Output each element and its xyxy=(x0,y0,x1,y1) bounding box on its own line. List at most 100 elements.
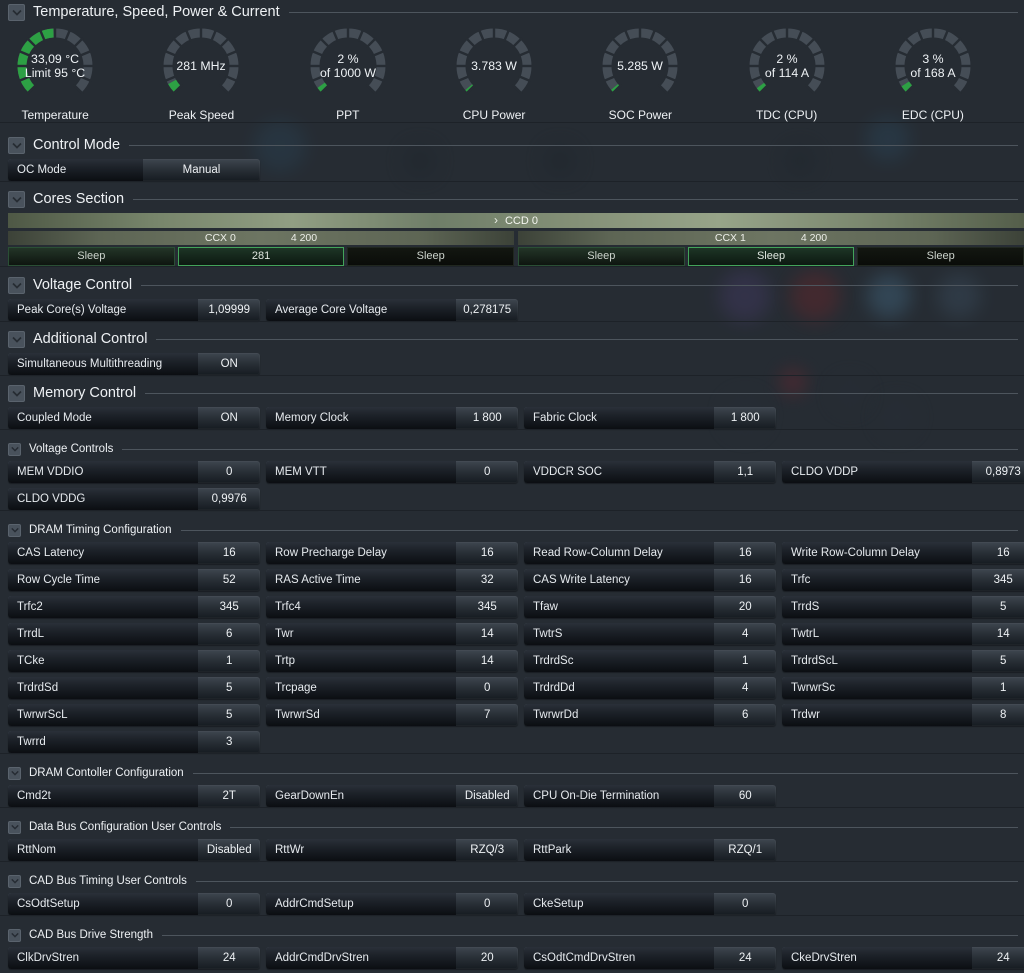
field-value[interactable]: 0,278175 xyxy=(456,299,518,321)
field-value[interactable]: 16 xyxy=(972,542,1024,564)
core-cell-ccx0-0[interactable]: Sleep xyxy=(8,247,175,266)
field-label: TwrwrSd xyxy=(266,704,457,726)
section-title: Control Mode xyxy=(33,137,121,153)
field-value[interactable]: 52 xyxy=(198,569,260,591)
gauge-label: PPT xyxy=(336,108,360,122)
field-value[interactable]: 20 xyxy=(456,947,518,969)
field-value[interactable]: Disabled xyxy=(198,839,260,861)
field-value[interactable]: 16 xyxy=(198,542,260,564)
field-value[interactable]: 5 xyxy=(972,650,1024,672)
field-value[interactable]: 24 xyxy=(198,947,260,969)
field-value[interactable]: 5 xyxy=(972,596,1024,618)
core-cells: Sleep Sleep Sleep xyxy=(518,247,1024,266)
field-coupled-mode: Coupled Mode ON xyxy=(8,407,260,429)
chevron-down-icon[interactable] xyxy=(8,384,25,402)
gauge-dial-icon: 3 % of 168 A xyxy=(893,26,973,95)
field-value[interactable]: 32 xyxy=(456,569,518,591)
field-value[interactable]: 6 xyxy=(714,704,776,726)
field-cmd2t: Cmd2t 2T xyxy=(8,785,260,807)
field-value[interactable]: 20 xyxy=(714,596,776,618)
field-value[interactable]: 16 xyxy=(714,569,776,591)
field-value[interactable]: RZQ/3 xyxy=(456,839,518,861)
ccd0-bar[interactable]: › CCD 0 xyxy=(8,213,1024,228)
section-title: Cores Section xyxy=(33,191,125,207)
field-value[interactable]: 345 xyxy=(456,596,518,618)
core-cell-ccx0-1[interactable]: 281 xyxy=(177,247,345,266)
field-value[interactable]: 0 xyxy=(456,461,518,483)
field-value[interactable]: RZQ/1 xyxy=(714,839,776,861)
field-twtrl: TwtrL 14 xyxy=(782,623,1024,645)
section-control-mode: Control Mode OC Mode Manual xyxy=(0,122,1024,181)
field-value[interactable]: 0,8973 xyxy=(972,461,1024,483)
chevron-down-icon[interactable] xyxy=(8,766,21,780)
field-value[interactable]: 0 xyxy=(456,893,518,915)
field-value[interactable]: 5 xyxy=(198,704,260,726)
field-value[interactable]: 14 xyxy=(456,623,518,645)
field-value[interactable]: 16 xyxy=(714,542,776,564)
field-value[interactable]: Disabled xyxy=(456,785,518,807)
field-value[interactable]: 1,09999 xyxy=(198,299,260,321)
field-value[interactable]: 345 xyxy=(198,596,260,618)
svg-text:3.783 W: 3.783 W xyxy=(471,59,517,73)
field-value[interactable]: 8 xyxy=(972,704,1024,726)
chevron-down-icon[interactable] xyxy=(8,276,25,294)
field-value[interactable]: 0 xyxy=(714,893,776,915)
chevron-down-icon[interactable] xyxy=(8,190,25,208)
chevron-down-icon[interactable] xyxy=(8,330,25,348)
field-value[interactable]: 4 xyxy=(714,623,776,645)
core-cell-ccx1-0[interactable]: Sleep xyxy=(518,247,685,266)
field-label: TCke xyxy=(8,650,199,672)
field-value[interactable]: 2T xyxy=(198,785,260,807)
header-rule xyxy=(162,934,1018,936)
field-label: RAS Active Time xyxy=(266,569,457,591)
field-label: Simultaneous Multithreading xyxy=(8,353,199,375)
field-value[interactable]: 0 xyxy=(198,893,260,915)
field-label: Twr xyxy=(266,623,457,645)
field-value[interactable]: 0,9976 xyxy=(198,488,260,510)
chevron-down-icon[interactable] xyxy=(8,928,21,942)
chevron-down-icon[interactable] xyxy=(8,442,21,456)
field-value[interactable]: ON xyxy=(198,407,260,429)
field-value[interactable]: 4 xyxy=(714,677,776,699)
field-trcpage: Trcpage 0 xyxy=(266,677,518,699)
field-value[interactable]: 6 xyxy=(198,623,260,645)
field-value[interactable]: 24 xyxy=(972,947,1024,969)
field-value[interactable]: 345 xyxy=(972,569,1024,591)
chevron-down-icon[interactable] xyxy=(8,523,21,537)
chevron-down-icon[interactable] xyxy=(8,820,21,834)
core-cell-ccx1-1[interactable]: Sleep xyxy=(687,247,855,266)
field-value[interactable]: 60 xyxy=(714,785,776,807)
field-mem-vtt: MEM VTT 0 xyxy=(266,461,518,483)
core-cell-ccx0-2[interactable]: Sleep xyxy=(347,247,515,266)
field-value[interactable]: 3 xyxy=(198,731,260,753)
gauge-label: TDC (CPU) xyxy=(755,108,818,122)
field-label: Read Row-Column Delay xyxy=(524,542,715,564)
field-value[interactable]: 16 xyxy=(456,542,518,564)
section-header-control-mode: Control Mode xyxy=(0,136,1024,154)
core-cell-ccx1-2[interactable]: Sleep xyxy=(857,247,1024,266)
field-value[interactable]: 1 xyxy=(714,650,776,672)
ccd-expand-chevron-icon[interactable]: › xyxy=(494,214,498,226)
field-value[interactable]: 0 xyxy=(456,677,518,699)
field-value[interactable]: ON xyxy=(198,353,260,375)
field-clkdrvstren: ClkDrvStren 24 xyxy=(8,947,260,969)
chevron-down-icon[interactable] xyxy=(8,136,25,154)
field-value[interactable]: 14 xyxy=(456,650,518,672)
field-row-cycle-time: Row Cycle Time 52 xyxy=(8,569,260,591)
field-value[interactable]: 24 xyxy=(714,947,776,969)
field-value[interactable]: 1,1 xyxy=(714,461,776,483)
field-value[interactable]: 1 800 xyxy=(714,407,776,429)
section-title: CAD Bus Timing User Controls xyxy=(29,875,187,887)
field-value[interactable]: 14 xyxy=(972,623,1024,645)
field-value[interactable]: 1 800 xyxy=(456,407,518,429)
chevron-down-icon[interactable] xyxy=(8,874,21,888)
chevron-down-icon[interactable] xyxy=(8,3,25,21)
field-value[interactable]: 1 xyxy=(198,650,260,672)
field-value[interactable]: 1 xyxy=(972,677,1024,699)
field-value[interactable]: Manual xyxy=(143,159,260,181)
field-value[interactable]: 5 xyxy=(198,677,260,699)
field-value[interactable]: 0 xyxy=(198,461,260,483)
section-memory-control: Memory Control Coupled Mode ON Memory Cloc… xyxy=(0,375,1024,429)
field-label: CPU On-Die Termination xyxy=(524,785,715,807)
field-value[interactable]: 7 xyxy=(456,704,518,726)
